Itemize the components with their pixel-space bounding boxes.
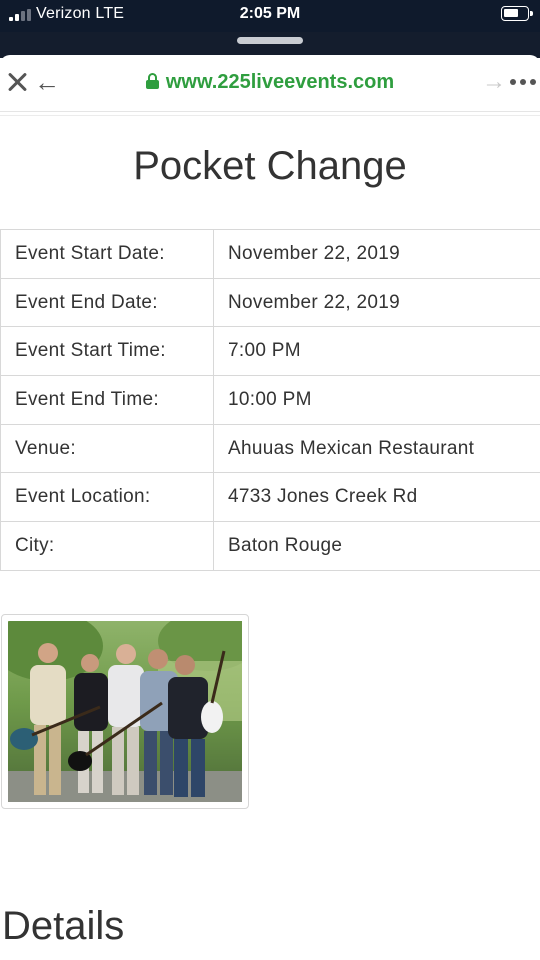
event-info-value: November 22, 2019 <box>213 229 540 279</box>
event-info-table: Event Start Date: November 22, 2019 Event … <box>0 229 540 571</box>
details-heading: Details <box>2 904 125 948</box>
status-bar: Verizon LTE 2:05 PM <box>0 0 540 32</box>
url-text: www.225liveevents.com <box>165 71 395 93</box>
page-title: Pocket Change <box>133 144 407 188</box>
url-field[interactable]: www.225liveevents.com <box>0 71 540 94</box>
event-info-row: City: Baton Rouge <box>0 521 540 571</box>
battery-icon <box>501 6 533 21</box>
event-info-value: Ahuuas Mexican Restaurant <box>213 423 540 474</box>
event-info-label: Venue: <box>0 423 214 474</box>
event-info-label: Event End Time: <box>0 375 214 425</box>
event-info-value: Baton Rouge <box>213 521 540 571</box>
event-info-label: Event End Date: <box>0 277 214 328</box>
event-info-value: 4733 Jones Creek Rd <box>213 472 540 523</box>
more-icon[interactable] <box>510 79 538 87</box>
event-info-row: Event End Time: 10:00 PM <box>0 375 540 425</box>
event-info-row: Event Location: 4733 Jones Creek Rd <box>0 472 540 523</box>
event-info-value: November 22, 2019 <box>213 277 540 328</box>
forward-arrow-icon[interactable]: → <box>482 69 506 95</box>
band-photo-frame[interactable] <box>1 614 249 809</box>
status-time: 2:05 PM <box>239 5 301 22</box>
event-info-label: Event Location: <box>0 472 214 523</box>
sheet-grabber-handle[interactable] <box>237 37 303 44</box>
event-info-row: Event Start Time: 7:00 PM <box>0 326 540 377</box>
lock-icon <box>145 73 159 89</box>
band-photo <box>8 621 242 802</box>
browser-toolbar: ← www.225liveevents.com → <box>0 55 540 112</box>
event-info-value: 7:00 PM <box>213 326 540 377</box>
event-info-row: Venue: Ahuuas Mexican Restaurant <box>0 423 540 474</box>
event-info-value: 10:00 PM <box>213 375 540 425</box>
page-nav-remnant <box>0 112 540 116</box>
event-info-label: Event Start Date: <box>0 229 214 279</box>
event-info-label: City: <box>0 521 214 571</box>
event-info-row: Event End Date: November 22, 2019 <box>0 277 540 328</box>
event-info-label: Event Start Time: <box>0 326 214 377</box>
event-info-row: Event Start Date: November 22, 2019 <box>0 229 540 279</box>
